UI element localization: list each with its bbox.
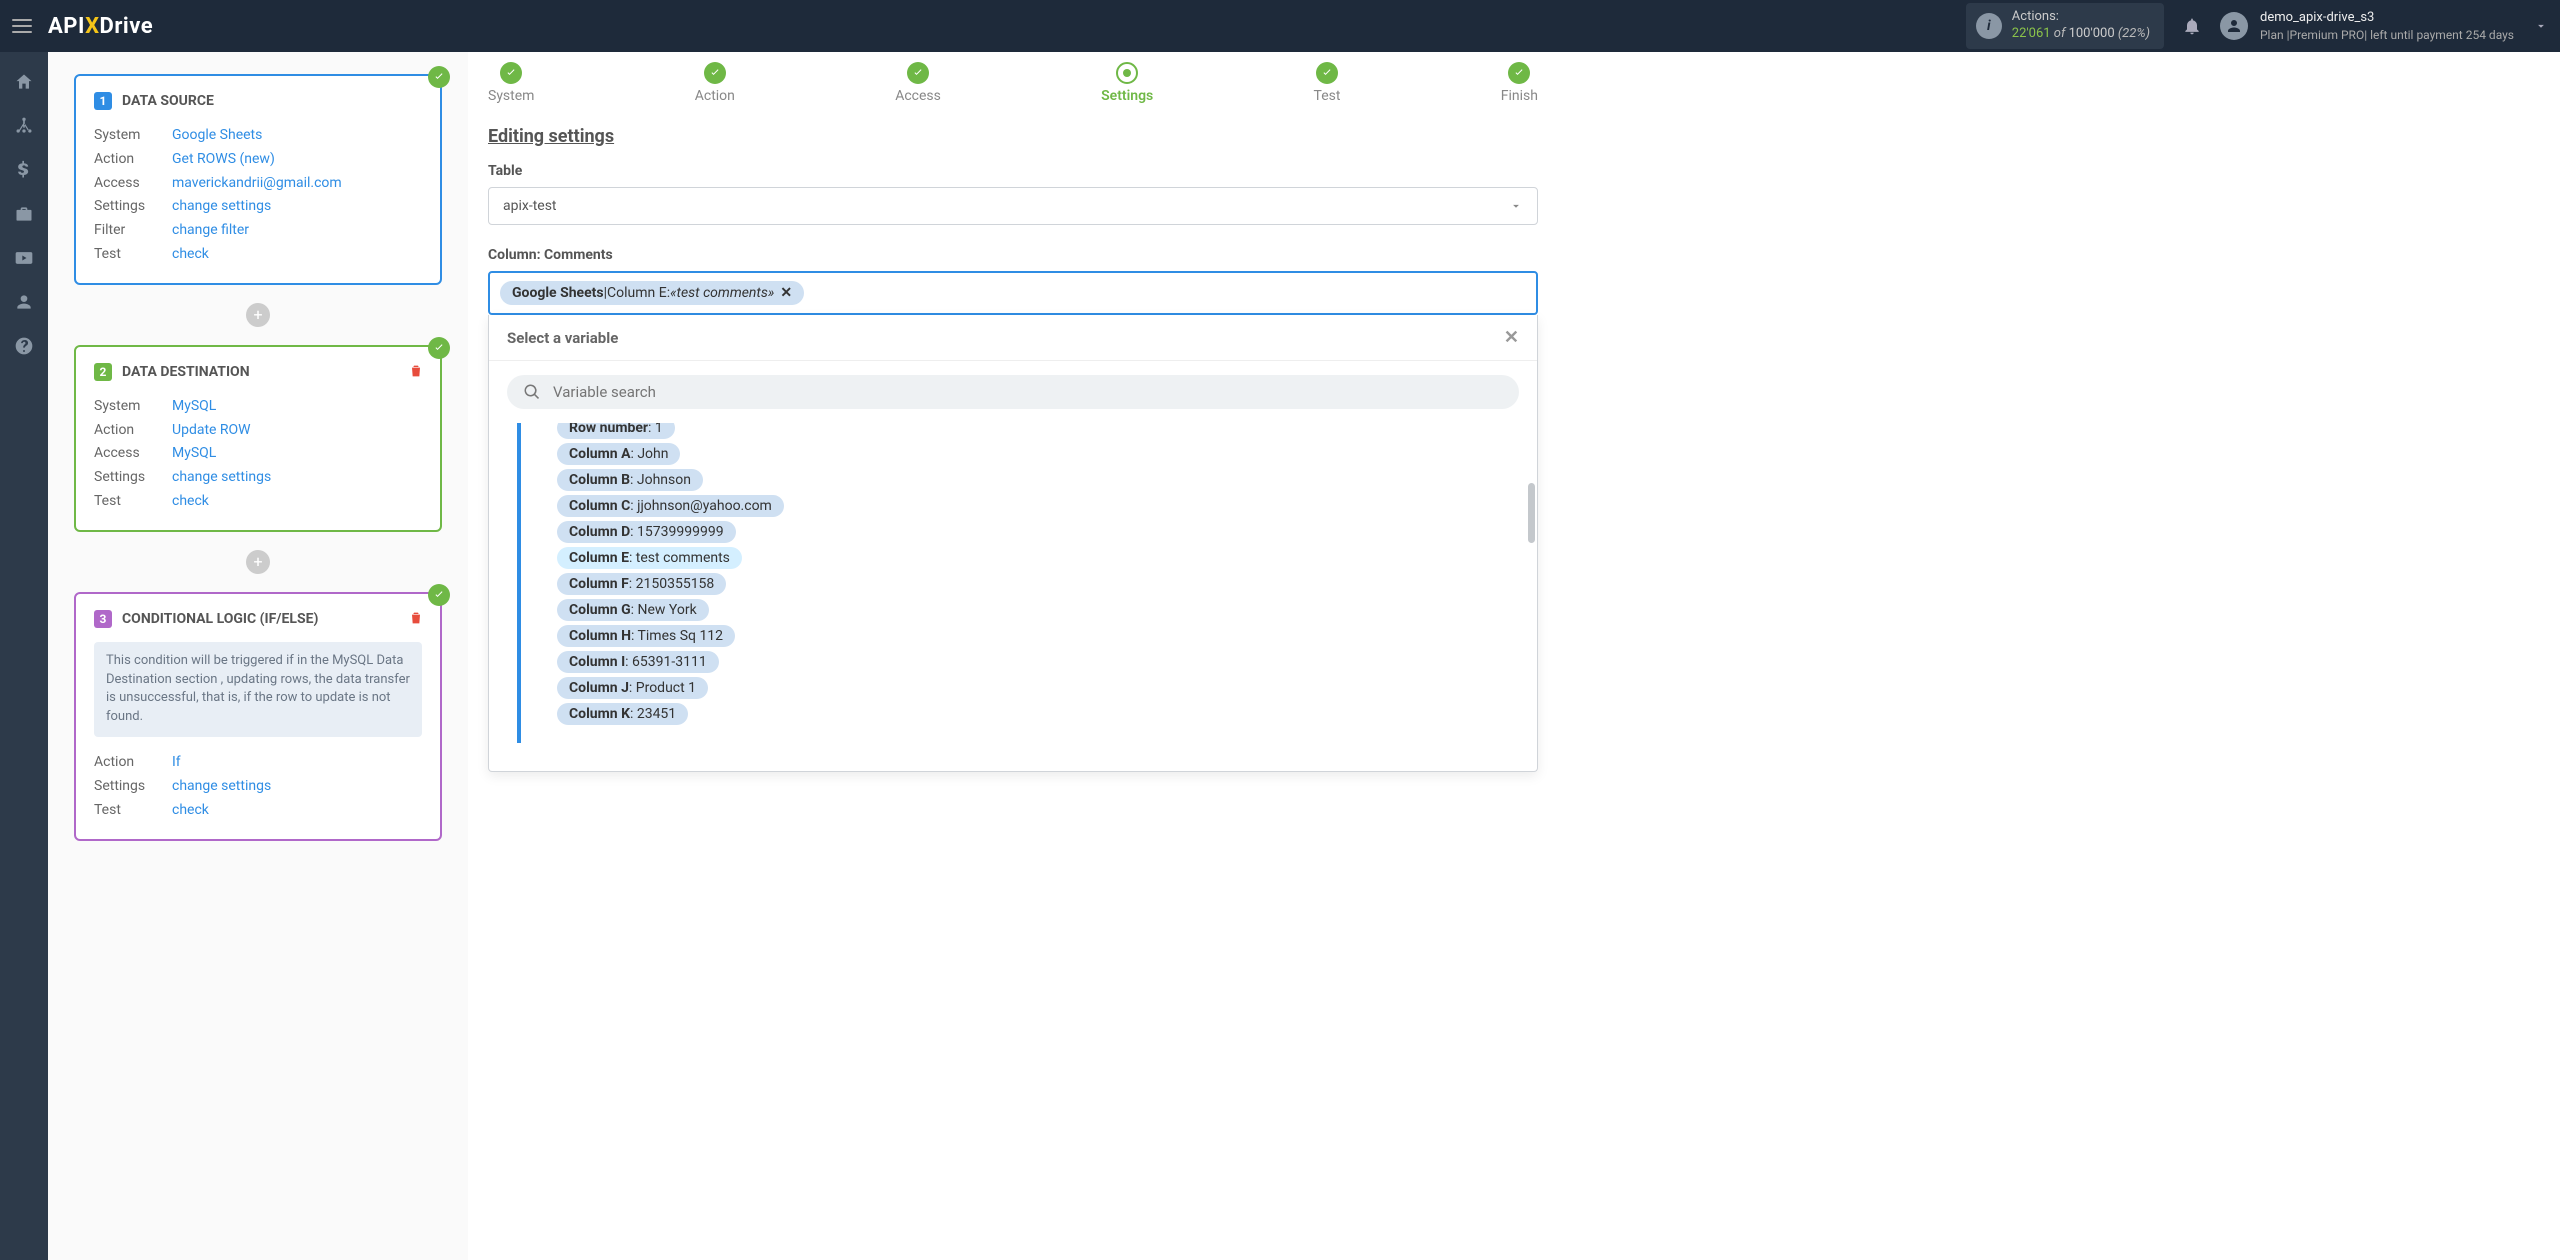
- logo-x: X: [85, 14, 99, 39]
- video-icon[interactable]: [14, 248, 34, 268]
- section-title: Editing settings: [488, 126, 1538, 147]
- link[interactable]: MySQL: [172, 442, 216, 466]
- check-badge: [428, 584, 450, 606]
- connections-icon[interactable]: [14, 116, 34, 136]
- wizard-steps: System Action Access Settings Test Finis…: [488, 52, 1538, 112]
- info-icon: i: [1976, 13, 2002, 39]
- step-access[interactable]: Access: [895, 62, 941, 104]
- variable-pill[interactable]: Column H: Times Sq 112: [557, 625, 735, 647]
- right-column: System Action Access Settings Test Finis…: [468, 52, 1558, 1260]
- variable-pill[interactable]: Column K: 23451: [557, 703, 688, 725]
- logo[interactable]: APIXDrive: [48, 14, 153, 39]
- variable-pill[interactable]: Row number: 1: [557, 423, 675, 439]
- variable-pill[interactable]: Column G: New York: [557, 599, 709, 621]
- card-data-source: 1DATA SOURCE SystemGoogle SheetsActionGe…: [74, 74, 442, 285]
- trash-icon[interactable]: [408, 610, 424, 626]
- trash-icon[interactable]: [408, 363, 424, 379]
- variable-pill[interactable]: Column C: jjohnson@yahoo.com: [557, 495, 784, 517]
- column-tag-input[interactable]: Google Sheets | Column E: «test comments…: [488, 271, 1538, 315]
- condition-note: This condition will be triggered if in t…: [94, 642, 422, 737]
- link[interactable]: Update ROW: [172, 419, 251, 443]
- link[interactable]: If: [172, 751, 181, 775]
- link[interactable]: Google Sheets: [172, 124, 262, 148]
- variable-pill[interactable]: Column I: 65391-3111: [557, 651, 719, 673]
- variable-pill[interactable]: Column A: John: [557, 443, 680, 465]
- link[interactable]: change settings: [172, 775, 271, 799]
- actions-usage[interactable]: i Actions: 22'061 of 100'000 (22%): [1966, 3, 2164, 49]
- table-select[interactable]: apix-test: [488, 187, 1538, 225]
- home-icon[interactable]: [14, 72, 34, 92]
- link[interactable]: MySQL: [172, 395, 216, 419]
- variable-pill[interactable]: Column B: Johnson: [557, 469, 703, 491]
- variable-pill[interactable]: Column E: test comments: [557, 547, 742, 569]
- step-action[interactable]: Action: [695, 62, 735, 104]
- link[interactable]: change settings: [172, 466, 271, 490]
- briefcase-icon[interactable]: [14, 204, 34, 224]
- left-column: GOOGLE SHEETS → (mysql, logic, mysql) 1D…: [48, 52, 468, 1260]
- variable-list: Row number: 1 Column A: John Column B: Joh…: [517, 423, 1537, 743]
- avatar[interactable]: [2220, 12, 2248, 40]
- column-label: Column: Comments: [488, 247, 1538, 263]
- add-button[interactable]: +: [246, 303, 270, 327]
- close-icon[interactable]: ✕: [1504, 327, 1519, 348]
- profile-icon[interactable]: [14, 292, 34, 312]
- sidenav: [0, 52, 48, 1260]
- chevron-down-icon: [1509, 199, 1523, 213]
- card-data-destination: 2DATA DESTINATION SystemMySQLActionUpdat…: [74, 345, 442, 532]
- menu-icon[interactable]: [12, 19, 32, 33]
- chevron-down-icon[interactable]: [2534, 19, 2548, 33]
- logo-text-pre: API: [48, 14, 85, 39]
- scrollbar-thumb[interactable]: [1528, 483, 1535, 543]
- billing-icon[interactable]: [14, 160, 34, 180]
- search-box[interactable]: [507, 375, 1519, 409]
- link[interactable]: change settings: [172, 195, 271, 219]
- search-icon: [523, 383, 541, 401]
- variable-pill[interactable]: Column J: Product 1: [557, 677, 708, 699]
- step-system[interactable]: System: [488, 62, 534, 104]
- user-block[interactable]: demo_apix-drive_s3 Plan |Premium PRO| le…: [2260, 9, 2514, 43]
- variable-pill[interactable]: Column F: 2150355158: [557, 573, 726, 595]
- add-button[interactable]: +: [246, 550, 270, 574]
- check-badge: [428, 66, 450, 88]
- check-badge: [428, 337, 450, 359]
- step-settings[interactable]: Settings: [1101, 62, 1153, 104]
- table-label: Table: [488, 163, 1538, 179]
- link[interactable]: Get ROWS (new): [172, 148, 275, 172]
- link[interactable]: maverickandrii@gmail.com: [172, 172, 342, 196]
- bell-icon[interactable]: [2182, 16, 2202, 36]
- link[interactable]: change filter: [172, 219, 249, 243]
- logo-text-post: Drive: [100, 14, 154, 39]
- link[interactable]: check: [172, 243, 209, 267]
- topbar: APIXDrive i Actions: 22'061 of 100'000 (…: [0, 0, 2560, 52]
- remove-tag-icon[interactable]: ✕: [780, 285, 792, 301]
- variable-pill[interactable]: Column D: 15739999999: [557, 521, 736, 543]
- help-icon[interactable]: [14, 336, 34, 356]
- selected-tag[interactable]: Google Sheets | Column E: «test comments…: [500, 281, 804, 305]
- dropdown-title: Select a variable: [507, 329, 618, 347]
- step-test[interactable]: Test: [1314, 62, 1341, 104]
- link[interactable]: check: [172, 490, 209, 514]
- step-finish[interactable]: Finish: [1501, 62, 1538, 104]
- card-conditional-logic: 3CONDITIONAL LOGIC (IF/ELSE) This condit…: [74, 592, 442, 841]
- link[interactable]: check: [172, 799, 209, 823]
- actions-text: Actions: 22'061 of 100'000 (22%): [2012, 9, 2150, 43]
- search-input[interactable]: [553, 383, 1503, 401]
- variable-dropdown: Select a variable ✕ Row number: 1 Column …: [488, 315, 1538, 772]
